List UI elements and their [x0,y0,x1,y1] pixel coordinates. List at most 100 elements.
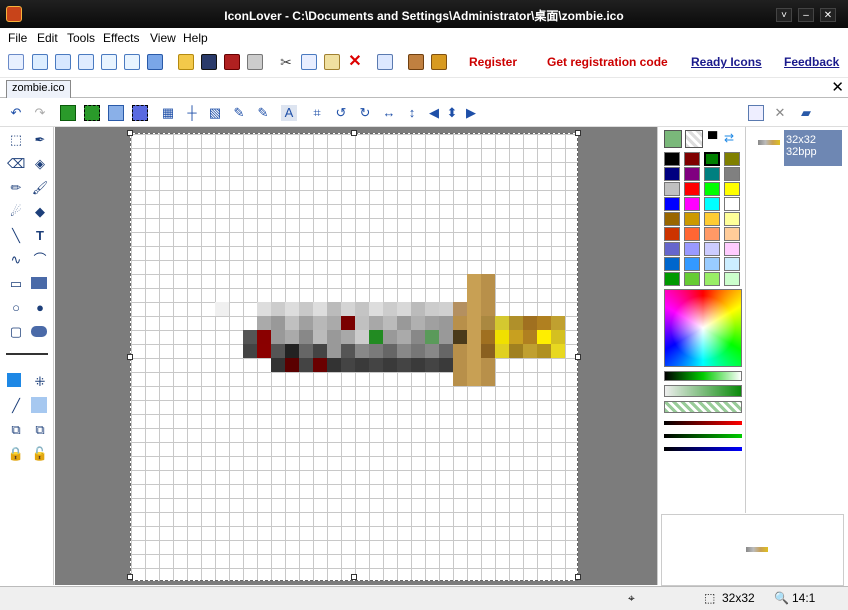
undo-icon[interactable]: ↶ [8,105,24,121]
get-registration-code-link[interactable]: Get registration code [547,55,668,69]
foreground-color-swatch[interactable] [664,130,682,148]
background-color-swatch[interactable] [685,130,703,148]
palette-swatch[interactable] [664,182,680,196]
blue-slider[interactable] [664,447,742,451]
palette-swatch[interactable] [704,257,720,271]
layer-up-icon[interactable]: ⧉ [31,421,49,439]
brightness-strip[interactable] [664,371,742,381]
palette-swatch[interactable] [724,197,740,211]
hatch-icon[interactable]: ▧ [207,105,223,121]
palette-swatch[interactable] [684,152,700,166]
pattern-fill-icon[interactable]: ⁜ [31,373,49,391]
resize-handle[interactable] [351,574,357,580]
rounded-rect-icon[interactable]: ▢ [7,323,25,341]
eraser-format-icon[interactable]: ▰ [798,105,814,121]
solid-fill-icon[interactable] [7,373,21,387]
rotate-right-icon[interactable]: ↻ [357,105,373,121]
icon-library-icon[interactable] [147,54,163,70]
crop-tool-icon[interactable]: ⌗ [309,105,325,121]
flip-vertical-icon[interactable]: ↕ [404,105,420,121]
help-book-icon[interactable] [431,54,447,70]
palette-swatch[interactable] [724,212,740,226]
palette-swatch[interactable] [664,257,680,271]
rect-select-icon[interactable]: ⬚ [7,131,25,149]
close-window-button[interactable]: ✕ [820,8,836,22]
resize-handle[interactable] [351,130,357,136]
brush-icon[interactable]: 🖌 [31,179,49,197]
palette-swatch[interactable] [664,197,680,211]
arc-icon[interactable]: ⌒ [31,251,49,269]
new-library-icon[interactable] [55,54,71,70]
register-link[interactable]: Register [469,55,517,69]
palette-swatch[interactable] [704,242,720,256]
properties-icon[interactable] [377,54,393,70]
filled-rectangle-icon[interactable] [31,277,47,289]
new-animated-icon[interactable] [101,54,117,70]
filled-rounded-rect-icon[interactable] [31,326,47,337]
paste-icon[interactable] [324,54,340,70]
resources-icon[interactable] [408,54,424,70]
move-left-icon[interactable]: ◀ [426,105,442,121]
palette-swatch[interactable] [704,212,720,226]
palette-swatch[interactable] [684,272,700,286]
select-all-icon[interactable] [60,105,76,121]
palette-swatch[interactable] [664,152,680,166]
pixel-canvas[interactable] [130,133,578,581]
open-folder-icon[interactable] [178,54,194,70]
new-icon[interactable] [8,54,24,70]
new-format-icon[interactable] [748,105,764,121]
menu-edit[interactable]: Edit [37,31,58,45]
palette-swatch[interactable] [664,212,680,226]
fill-icon[interactable]: ◆ [31,203,49,221]
rectangle-icon[interactable]: ▭ [7,275,25,293]
palette-swatch[interactable] [684,212,700,226]
resize-handle[interactable] [127,574,133,580]
menu-effects[interactable]: Effects [103,31,139,45]
copy-icon[interactable] [301,54,317,70]
close-document-icon[interactable]: ✕ [831,78,844,96]
resize-handle[interactable] [127,354,133,360]
resize-handle[interactable] [575,574,581,580]
brush-size-icon[interactable]: ╱ [7,397,25,415]
palette-swatch[interactable] [664,167,680,181]
palette-swatch[interactable] [724,257,740,271]
palette-swatch[interactable] [704,167,720,181]
curve-icon[interactable]: ∿ [7,251,25,269]
resize-handle[interactable] [127,130,133,136]
eyedropper-icon[interactable]: ✒ [31,131,49,149]
pencil-icon[interactable]: ✏ [7,179,25,197]
palette-swatch[interactable] [724,152,740,166]
save-as-icon[interactable] [224,54,240,70]
lock-icon[interactable]: 🔒 [7,445,25,463]
tab-zombie-ico[interactable]: zombie.ico [6,80,71,98]
red-slider[interactable] [664,421,742,425]
rotate-left-icon[interactable]: ↺ [333,105,349,121]
cut-icon[interactable]: ✂ [278,54,294,70]
line-icon[interactable]: ╲ [7,227,25,245]
clear-icon[interactable]: ◈ [31,155,49,173]
palette-swatch[interactable] [704,227,720,241]
picker-plus-icon[interactable]: ✎ [231,105,247,121]
palette-swatch[interactable] [684,167,700,181]
palette-swatch[interactable] [684,242,700,256]
palette-swatch[interactable] [684,197,700,211]
unlock-icon[interactable]: 🔓 [31,445,49,463]
palette-swatch[interactable] [704,197,720,211]
palette-swatch[interactable] [684,257,700,271]
palette-swatch[interactable] [704,182,720,196]
picker-minus-icon[interactable]: ✎ [255,105,271,121]
text-tool-icon[interactable]: T [31,227,49,245]
screen-color-icon[interactable]: ▀ [708,131,717,146]
format-item-32x32[interactable]: 32x32 32bpp [784,130,842,166]
soft-brush-icon[interactable] [31,397,47,413]
delete-icon[interactable]: ✕ [347,54,363,70]
airbrush-icon[interactable]: ☄ [7,203,25,221]
palette-swatch[interactable] [724,182,740,196]
palette-swatch[interactable] [664,227,680,241]
crop-icon[interactable] [84,105,100,121]
swap-colors-icon[interactable]: ⇄ [724,131,734,145]
palette-swatch[interactable] [684,182,700,196]
new-cursor-icon[interactable] [78,54,94,70]
palette-swatch[interactable] [704,272,720,286]
color-picker-gradient[interactable] [664,289,742,367]
